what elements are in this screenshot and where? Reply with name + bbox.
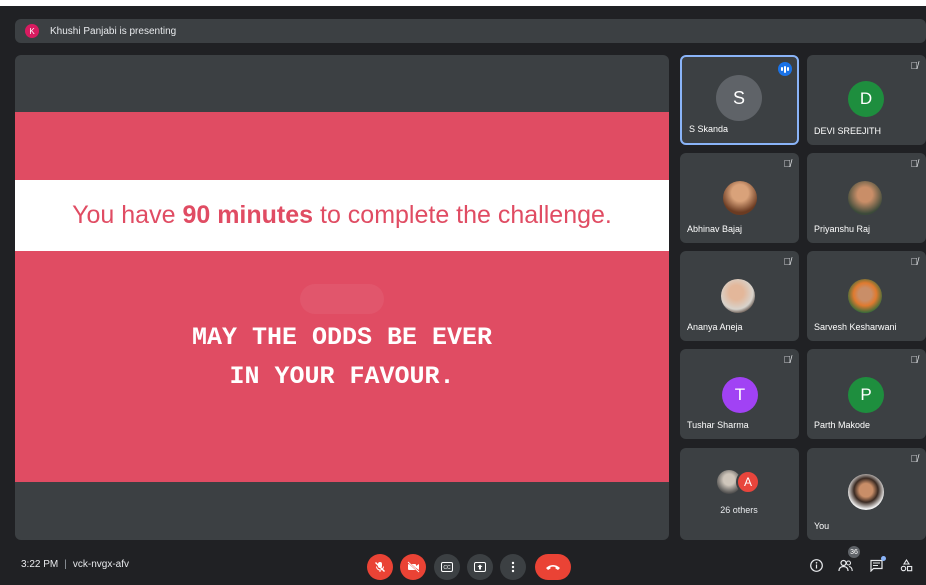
avatar: D: [848, 81, 884, 117]
slide: You have 90 minutes to complete the chal…: [15, 112, 669, 482]
present-icon: [474, 562, 486, 572]
participant-name: You: [814, 521, 830, 531]
speaking-indicator-icon: [778, 62, 792, 76]
people-icon: [838, 559, 853, 572]
chat-notification-dot: [881, 556, 886, 561]
meeting-code: vck-nvgx-afv: [72, 559, 129, 570]
meeting-details-button[interactable]: [810, 559, 823, 575]
participant-tile[interactable]: S S Skanda: [680, 55, 799, 145]
participant-name: Ananya Aneja: [687, 322, 743, 332]
presenter-avatar: K: [25, 24, 39, 38]
slide-heading-post: to complete the challenge.: [313, 201, 612, 229]
divider: |: [64, 559, 67, 570]
slide-message: MAY THE ODDS BE EVER IN YOUR FAVOUR.: [15, 318, 669, 396]
avatar: [721, 279, 755, 313]
mic-off-icon: 🎙̸: [783, 159, 792, 170]
participant-tile[interactable]: 🎙̸ Abhinav Bajaj: [680, 153, 799, 243]
slide-heading-pre: You have: [72, 201, 183, 229]
people-count-badge: 36: [848, 546, 860, 558]
mic-off-icon: 🎙̸: [910, 257, 919, 268]
mic-off-icon: 🎙̸: [910, 355, 919, 366]
participant-name: Priyanshu Raj: [814, 224, 871, 234]
slide-message-line-1: MAY THE ODDS BE EVER: [191, 323, 493, 352]
avatar: [848, 474, 884, 510]
chat-button[interactable]: [870, 559, 883, 575]
self-tile[interactable]: 🎙̸ You: [807, 448, 926, 540]
more-options-button[interactable]: [500, 554, 526, 580]
activities-icon: [900, 558, 913, 572]
participant-name: Parth Makode: [814, 420, 871, 430]
avatar: [848, 279, 882, 313]
participant-tile[interactable]: 🎙̸ T Tushar Sharma: [680, 349, 799, 439]
participant-name: DEVI SREEJITH: [814, 126, 882, 136]
mic-off-icon: 🎙̸: [910, 454, 919, 465]
avatar: S: [716, 75, 762, 121]
activities-button[interactable]: [900, 558, 913, 575]
mic-toggle-button[interactable]: [367, 554, 393, 580]
participant-name: Abhinav Bajaj: [687, 224, 743, 234]
present-button[interactable]: [467, 554, 493, 580]
others-tile[interactable]: A 26 others: [680, 448, 799, 540]
more-options-icon: [511, 561, 515, 573]
clock-time: 3:22 PM: [21, 559, 59, 570]
presenting-text: Khushi Panjabi is presenting: [50, 25, 177, 37]
slide-heading: You have 90 minutes to complete the chal…: [15, 180, 669, 251]
slide-heading-bold: 90 minutes: [182, 201, 314, 229]
meeting-info: 3:22 PM | vck-nvgx-afv: [21, 559, 129, 570]
avatar: A: [736, 470, 760, 494]
mic-off-icon: 🎙̸: [783, 355, 792, 366]
people-button[interactable]: [838, 559, 853, 575]
participant-tile[interactable]: 🎙̸ D DEVI SREEJITH: [807, 55, 926, 145]
mic-off-icon: [375, 562, 385, 572]
participant-tile[interactable]: 🎙̸ Sarvesh Kesharwani: [807, 251, 926, 341]
mic-off-icon: 🎙̸: [910, 159, 919, 170]
presentation-banner[interactable]: K Khushi Panjabi is presenting: [15, 19, 926, 43]
info-icon: [810, 559, 823, 572]
participant-tile[interactable]: 🎙̸ Priyanshu Raj: [807, 153, 926, 243]
captions-button[interactable]: CC: [434, 554, 460, 580]
window-top-edge: [0, 0, 926, 6]
camera-off-icon: [406, 561, 420, 573]
participant-name: Sarvesh Kesharwani: [814, 322, 897, 332]
end-call-icon: [546, 565, 560, 570]
participant-name: Tushar Sharma: [687, 420, 749, 430]
participant-tile[interactable]: 🎙̸ Ananya Aneja: [680, 251, 799, 341]
others-count: 26 others: [720, 505, 758, 515]
svg-text:CC: CC: [443, 565, 451, 571]
avatar: T: [722, 377, 758, 413]
end-call-button[interactable]: [535, 554, 571, 580]
slide-overlay-ghost: [300, 284, 384, 314]
camera-toggle-button[interactable]: [400, 554, 426, 580]
presentation-stage: You have 90 minutes to complete the chal…: [15, 55, 669, 540]
mic-off-icon: 🎙̸: [910, 61, 919, 72]
slide-message-line-2: IN YOUR FAVOUR.: [229, 362, 455, 391]
avatar: [723, 181, 757, 215]
avatar: P: [848, 377, 884, 413]
chat-icon: [870, 559, 883, 573]
captions-icon: CC: [441, 562, 453, 572]
bottom-bar: 3:22 PM | vck-nvgx-afv CC 36: [0, 546, 926, 585]
mic-off-icon: 🎙̸: [783, 257, 792, 268]
avatar: [848, 181, 882, 215]
participant-tile[interactable]: 🎙̸ P Parth Makode: [807, 349, 926, 439]
participant-name: S Skanda: [689, 124, 729, 134]
